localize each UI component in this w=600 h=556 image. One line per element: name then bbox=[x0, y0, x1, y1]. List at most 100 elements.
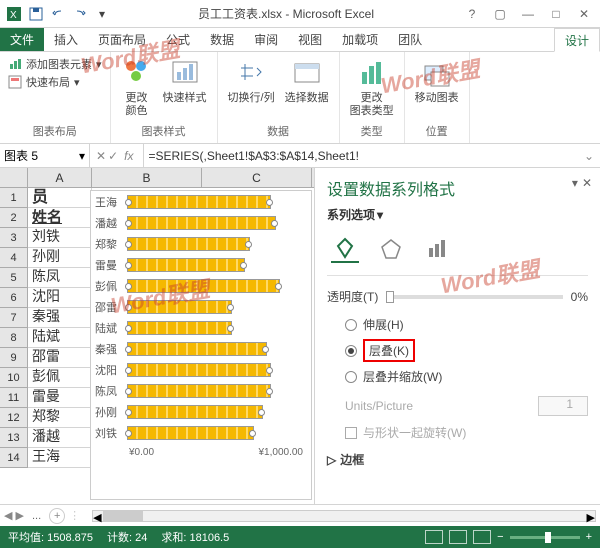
change-colors-button[interactable]: 更改 颜色 bbox=[119, 56, 155, 120]
fx-icon[interactable]: fx bbox=[120, 149, 137, 163]
save-icon[interactable] bbox=[26, 4, 46, 24]
view-page-layout-icon[interactable] bbox=[449, 530, 467, 544]
excel-icon[interactable]: X bbox=[4, 4, 24, 24]
tab-design[interactable]: 设计 bbox=[554, 28, 600, 52]
chart-bar[interactable] bbox=[127, 405, 263, 419]
chart-bar[interactable] bbox=[127, 216, 276, 230]
zoom-in-button[interactable]: + bbox=[586, 531, 592, 543]
cell[interactable]: 刘铁 bbox=[28, 228, 92, 248]
quick-styles-button[interactable]: 快速样式 bbox=[161, 56, 209, 107]
row-header[interactable]: 9 bbox=[0, 348, 28, 368]
chart-bar[interactable] bbox=[127, 300, 232, 314]
chart-bar[interactable] bbox=[127, 384, 271, 398]
pane-close-icon[interactable]: ✕ bbox=[582, 176, 592, 190]
row-header[interactable]: 8 bbox=[0, 328, 28, 348]
change-chart-type-button[interactable]: 更改 图表类型 bbox=[348, 56, 396, 120]
chart-bar[interactable] bbox=[127, 363, 271, 377]
chart-bar[interactable] bbox=[127, 279, 280, 293]
cell[interactable]: 王海 bbox=[28, 448, 92, 468]
name-box[interactable]: ▾ bbox=[0, 144, 90, 167]
effects-icon[interactable] bbox=[377, 235, 405, 263]
name-box-input[interactable] bbox=[4, 149, 79, 163]
pane-dropdown-icon[interactable]: ▾ bbox=[572, 176, 578, 190]
transparency-slider[interactable] bbox=[386, 295, 562, 299]
formula-input[interactable] bbox=[144, 149, 577, 163]
col-header-b[interactable]: B bbox=[92, 168, 202, 187]
cell[interactable]: 陆斌 bbox=[28, 328, 92, 348]
select-all-corner[interactable] bbox=[0, 168, 28, 187]
row-header[interactable]: 13 bbox=[0, 428, 28, 448]
chart-bar-row[interactable]: 王海 bbox=[91, 191, 311, 212]
row-header[interactable]: 3 bbox=[0, 228, 28, 248]
tab-team[interactable]: 团队 bbox=[388, 28, 432, 51]
move-chart-button[interactable]: 移动图表 bbox=[413, 56, 461, 107]
row-header[interactable]: 1 bbox=[0, 188, 28, 208]
col-header-c[interactable]: C bbox=[202, 168, 312, 187]
row-header[interactable]: 2 bbox=[0, 208, 28, 228]
fill-line-icon[interactable] bbox=[331, 235, 359, 263]
tab-view[interactable]: 视图 bbox=[288, 28, 332, 51]
enter-icon[interactable]: ✓ bbox=[108, 149, 118, 163]
pane-section[interactable]: 系列选项 ▾ bbox=[327, 206, 588, 223]
chart-bar-row[interactable]: 雷曼 bbox=[91, 254, 311, 275]
cell[interactable]: 陈凤 bbox=[28, 268, 92, 288]
ribbon-options-icon[interactable]: ▢ bbox=[488, 4, 512, 24]
chart-bar-row[interactable]: 郑黎 bbox=[91, 233, 311, 254]
add-chart-element-button[interactable]: 添加图表元素 ▾ bbox=[8, 56, 102, 72]
undo-icon[interactable] bbox=[48, 4, 68, 24]
chart-bar[interactable] bbox=[127, 258, 245, 272]
zoom-out-button[interactable]: − bbox=[497, 531, 503, 543]
close-icon[interactable]: ✕ bbox=[572, 4, 596, 24]
row-header[interactable]: 6 bbox=[0, 288, 28, 308]
row-header[interactable]: 10 bbox=[0, 368, 28, 388]
tab-page-layout[interactable]: 页面布局 bbox=[88, 28, 156, 51]
view-page-break-icon[interactable] bbox=[473, 530, 491, 544]
col-header-a[interactable]: A bbox=[28, 168, 92, 187]
chart-bar-row[interactable]: 陈凤 bbox=[91, 380, 311, 401]
view-normal-icon[interactable] bbox=[425, 530, 443, 544]
chart-bar[interactable] bbox=[127, 321, 232, 335]
switch-row-col-button[interactable]: 切换行/列 bbox=[226, 56, 277, 107]
redo-icon[interactable] bbox=[70, 4, 90, 24]
units-input[interactable]: 1 bbox=[538, 396, 588, 416]
chart-bar-row[interactable]: 孙刚 bbox=[91, 401, 311, 422]
cell[interactable]: 沈阳 bbox=[28, 288, 92, 308]
zoom-slider[interactable] bbox=[510, 536, 580, 539]
cell[interactable]: 员 bbox=[28, 188, 92, 208]
quick-layout-button[interactable]: 快速布局 ▾ bbox=[8, 74, 102, 90]
chart-bar-row[interactable]: 彭佩 bbox=[91, 275, 311, 296]
horizontal-scrollbar[interactable]: ◀▶ bbox=[92, 510, 596, 522]
chart[interactable]: 王海潘越郑黎雷曼彭佩邵雷陆斌秦强沈阳陈凤孙刚刘铁 ¥0.00 ¥1,000.00 bbox=[90, 190, 312, 500]
cancel-icon[interactable]: ✕ bbox=[96, 149, 106, 163]
row-header[interactable]: 5 bbox=[0, 268, 28, 288]
chart-bar-row[interactable]: 陆斌 bbox=[91, 317, 311, 338]
radio-stack[interactable]: 层叠(K) bbox=[345, 336, 588, 365]
cell[interactable]: 孙刚 bbox=[28, 248, 92, 268]
radio-stack-scale[interactable]: 层叠并缩放(W) bbox=[345, 365, 588, 388]
chart-bar-row[interactable]: 秦强 bbox=[91, 338, 311, 359]
tab-file[interactable]: 文件 bbox=[0, 28, 44, 51]
cell[interactable]: 郑黎 bbox=[28, 408, 92, 428]
sheet-tab-more[interactable]: ... bbox=[28, 510, 45, 522]
row-header[interactable]: 12 bbox=[0, 408, 28, 428]
chart-bar[interactable] bbox=[127, 342, 267, 356]
row-header[interactable]: 7 bbox=[0, 308, 28, 328]
sheet-nav[interactable]: ◀ ▶ bbox=[4, 509, 24, 522]
row-header[interactable]: 14 bbox=[0, 448, 28, 468]
cell[interactable]: 潘越 bbox=[28, 428, 92, 448]
cell[interactable]: 邵雷 bbox=[28, 348, 92, 368]
cell[interactable]: 秦强 bbox=[28, 308, 92, 328]
chart-bar-row[interactable]: 刘铁 bbox=[91, 422, 311, 443]
rotate-with-shape-checkbox[interactable]: 与形状一起旋转(W) bbox=[327, 420, 588, 445]
row-header[interactable]: 11 bbox=[0, 388, 28, 408]
chart-bar[interactable] bbox=[127, 195, 271, 209]
chart-bar-row[interactable]: 沈阳 bbox=[91, 359, 311, 380]
chart-bar-row[interactable]: 邵雷 bbox=[91, 296, 311, 317]
radio-stretch[interactable]: 伸展(H) bbox=[345, 313, 588, 336]
minimize-icon[interactable]: — bbox=[516, 4, 540, 24]
maximize-icon[interactable]: □ bbox=[544, 4, 568, 24]
tab-addins[interactable]: 加载项 bbox=[332, 28, 388, 51]
tab-insert[interactable]: 插入 bbox=[44, 28, 88, 51]
cell[interactable]: 彭佩 bbox=[28, 368, 92, 388]
chart-bar-row[interactable]: 潘越 bbox=[91, 212, 311, 233]
